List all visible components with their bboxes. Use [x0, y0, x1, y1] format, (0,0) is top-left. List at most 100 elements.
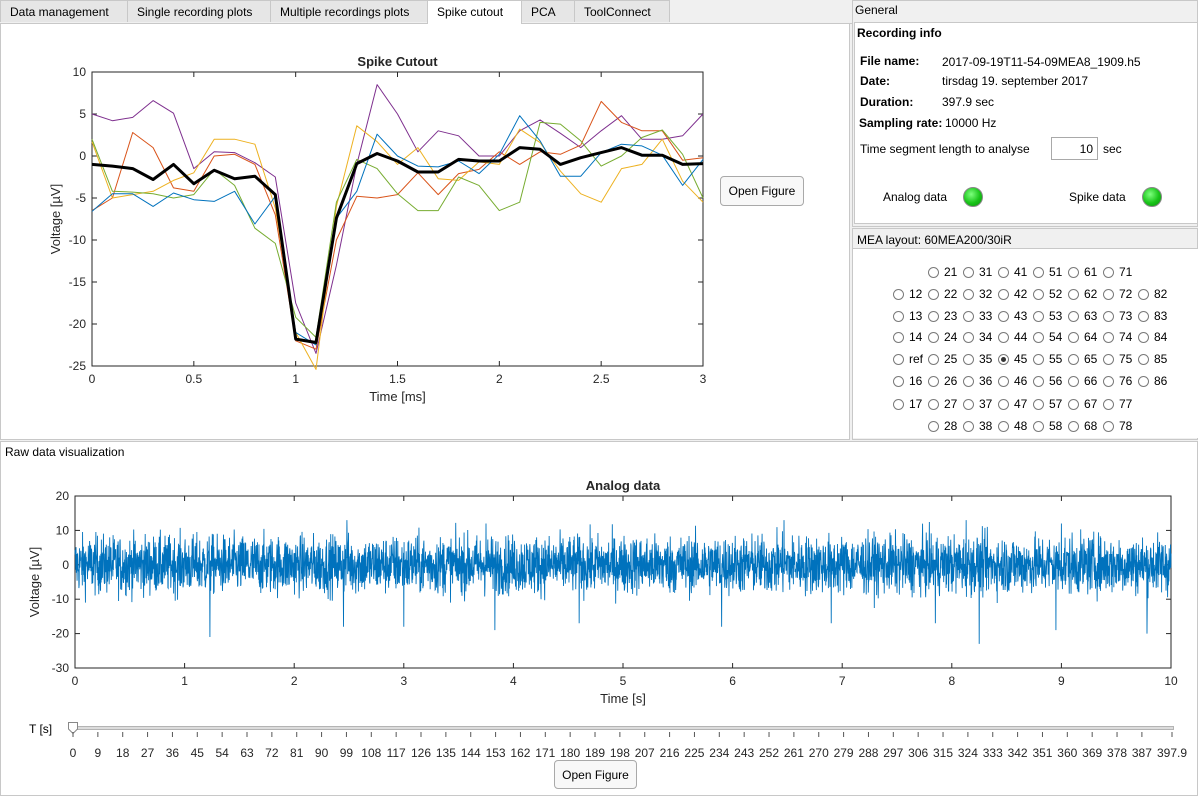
electrode-label-76: 76	[1119, 374, 1133, 388]
spike-open-figure-button[interactable]: Open Figure	[720, 176, 804, 206]
electrode-radio-73[interactable]	[1103, 311, 1114, 322]
electrode-radio-38[interactable]	[963, 421, 974, 432]
electrode-radio-12[interactable]	[893, 289, 904, 300]
electrode-radio-23[interactable]	[928, 311, 939, 322]
electrode-radio-74[interactable]	[1103, 332, 1114, 343]
electrode-radio-64[interactable]	[1068, 332, 1079, 343]
tab-bar: Data management Single recording plots M…	[0, 0, 852, 24]
electrode-radio-26[interactable]	[928, 376, 939, 387]
electrode-radio-17[interactable]	[893, 399, 904, 410]
analog-data-chart: 0 1 2 3 4 5 6 7 8 9 10 20 10 0 -10 -20 -30 Analog data Tim…	[27, 478, 1178, 706]
electrode-radio-21[interactable]	[928, 267, 939, 278]
analog-x-label: Time [s]	[600, 691, 646, 706]
electrode-radio-14[interactable]	[893, 332, 904, 343]
electrode-radio-25[interactable]	[928, 354, 939, 365]
electrode-radio-46[interactable]	[998, 376, 1009, 387]
spike-y-label: Voltage [µV]	[48, 184, 63, 254]
electrode-radio-68[interactable]	[1068, 421, 1079, 432]
electrode-radio-76[interactable]	[1103, 376, 1114, 387]
electrode-radio-77[interactable]	[1103, 399, 1114, 410]
analog-data-label: Analog data	[883, 190, 948, 204]
tab-single-recording-plots[interactable]: Single recording plots	[127, 0, 271, 22]
electrode-radio-36[interactable]	[963, 376, 974, 387]
electrode-radio-24[interactable]	[928, 332, 939, 343]
duration-label: Duration:	[860, 95, 914, 109]
electrode-radio-42[interactable]	[998, 289, 1009, 300]
electrode-radio-63[interactable]	[1068, 311, 1079, 322]
electrode-radio-82[interactable]	[1138, 289, 1149, 300]
electrode-radio-78[interactable]	[1103, 421, 1114, 432]
electrode-radio-58[interactable]	[1033, 421, 1044, 432]
electrode-radio-41[interactable]	[998, 267, 1009, 278]
slider-tick-label: 315	[933, 746, 953, 760]
electrode-radio-45[interactable]	[998, 354, 1009, 365]
electrode-radio-44[interactable]	[998, 332, 1009, 343]
electrode-radio-43[interactable]	[998, 311, 1009, 322]
date-value: tirsdag 19. september 2017	[942, 74, 1089, 88]
electrode-radio-48[interactable]	[998, 421, 1009, 432]
electrode-radio-61[interactable]	[1068, 267, 1079, 278]
electrode-radio-56[interactable]	[1033, 376, 1044, 387]
spike-x-tick-label: 3	[700, 372, 707, 386]
electrode-label-78: 78	[1119, 419, 1133, 433]
electrode-radio-53[interactable]	[1033, 311, 1044, 322]
analog-y-tick-label: 10	[56, 523, 70, 537]
electrode-radio-32[interactable]	[963, 289, 974, 300]
electrode-radio-34[interactable]	[963, 332, 974, 343]
electrode-radio-85[interactable]	[1138, 354, 1149, 365]
segment-length-input[interactable]	[1051, 137, 1098, 160]
electrode-label-44: 44	[1014, 330, 1028, 344]
electrode-label-33: 33	[979, 309, 993, 323]
electrode-radio-55[interactable]	[1033, 354, 1044, 365]
electrode-radio-37[interactable]	[963, 399, 974, 410]
electrode-radio-33[interactable]	[963, 311, 974, 322]
raw-open-figure-button[interactable]: Open Figure	[554, 760, 637, 789]
electrode-radio-31[interactable]	[963, 267, 974, 278]
analog-y-tick-label: -10	[52, 592, 70, 606]
analog-x-tick-label: 4	[510, 674, 517, 688]
electrode-radio-13[interactable]	[893, 311, 904, 322]
electrode-radio-67[interactable]	[1068, 399, 1079, 410]
electrode-radio-72[interactable]	[1103, 289, 1114, 300]
electrode-radio-83[interactable]	[1138, 311, 1149, 322]
electrode-radio-66[interactable]	[1068, 376, 1079, 387]
electrode-label-43: 43	[1014, 309, 1028, 323]
tab-multiple-recordings-plots[interactable]: Multiple recordings plots	[270, 0, 428, 22]
electrode-label-36: 36	[979, 374, 993, 388]
electrode-radio-16[interactable]	[893, 376, 904, 387]
electrode-radio-86[interactable]	[1138, 376, 1149, 387]
electrode-radio-52[interactable]	[1033, 289, 1044, 300]
electrode-radio-71[interactable]	[1103, 267, 1114, 278]
electrode-radio-27[interactable]	[928, 399, 939, 410]
slider-tick-label: 216	[660, 746, 680, 760]
spike-y-tick-label: -15	[69, 275, 87, 289]
electrode-radio-35[interactable]	[963, 354, 974, 365]
slider-tick-label: 351	[1032, 746, 1052, 760]
tab-data-management[interactable]: Data management	[0, 0, 128, 22]
electrode-radio-ref[interactable]	[893, 354, 904, 365]
analog-x-tick-label: 1	[181, 674, 188, 688]
tab-pca[interactable]: PCA	[521, 0, 575, 22]
electrode-label-28: 28	[944, 419, 958, 433]
time-slider-track[interactable]	[70, 726, 1174, 730]
tab-toolconnect[interactable]: ToolConnect	[574, 0, 670, 22]
electrode-radio-47[interactable]	[998, 399, 1009, 410]
electrode-label-38: 38	[979, 419, 993, 433]
spike-data-status-led	[1142, 187, 1162, 207]
tab-spike-cutout[interactable]: Spike cutout	[427, 0, 522, 24]
electrode-radio-65[interactable]	[1068, 354, 1079, 365]
file-name-label: File name:	[860, 54, 920, 68]
electrode-label-71: 71	[1119, 265, 1133, 279]
electrode-radio-62[interactable]	[1068, 289, 1079, 300]
electrode-label-63: 63	[1084, 309, 1098, 323]
electrode-radio-57[interactable]	[1033, 399, 1044, 410]
electrode-radio-54[interactable]	[1033, 332, 1044, 343]
electrode-radio-84[interactable]	[1138, 332, 1149, 343]
electrode-label-86: 86	[1154, 374, 1168, 388]
electrode-radio-28[interactable]	[928, 421, 939, 432]
electrode-radio-75[interactable]	[1103, 354, 1114, 365]
spike-y-tick-label: -25	[69, 359, 87, 373]
electrode-radio-22[interactable]	[928, 289, 939, 300]
electrode-radio-51[interactable]	[1033, 267, 1044, 278]
slider-tick-label: 45	[191, 746, 205, 760]
